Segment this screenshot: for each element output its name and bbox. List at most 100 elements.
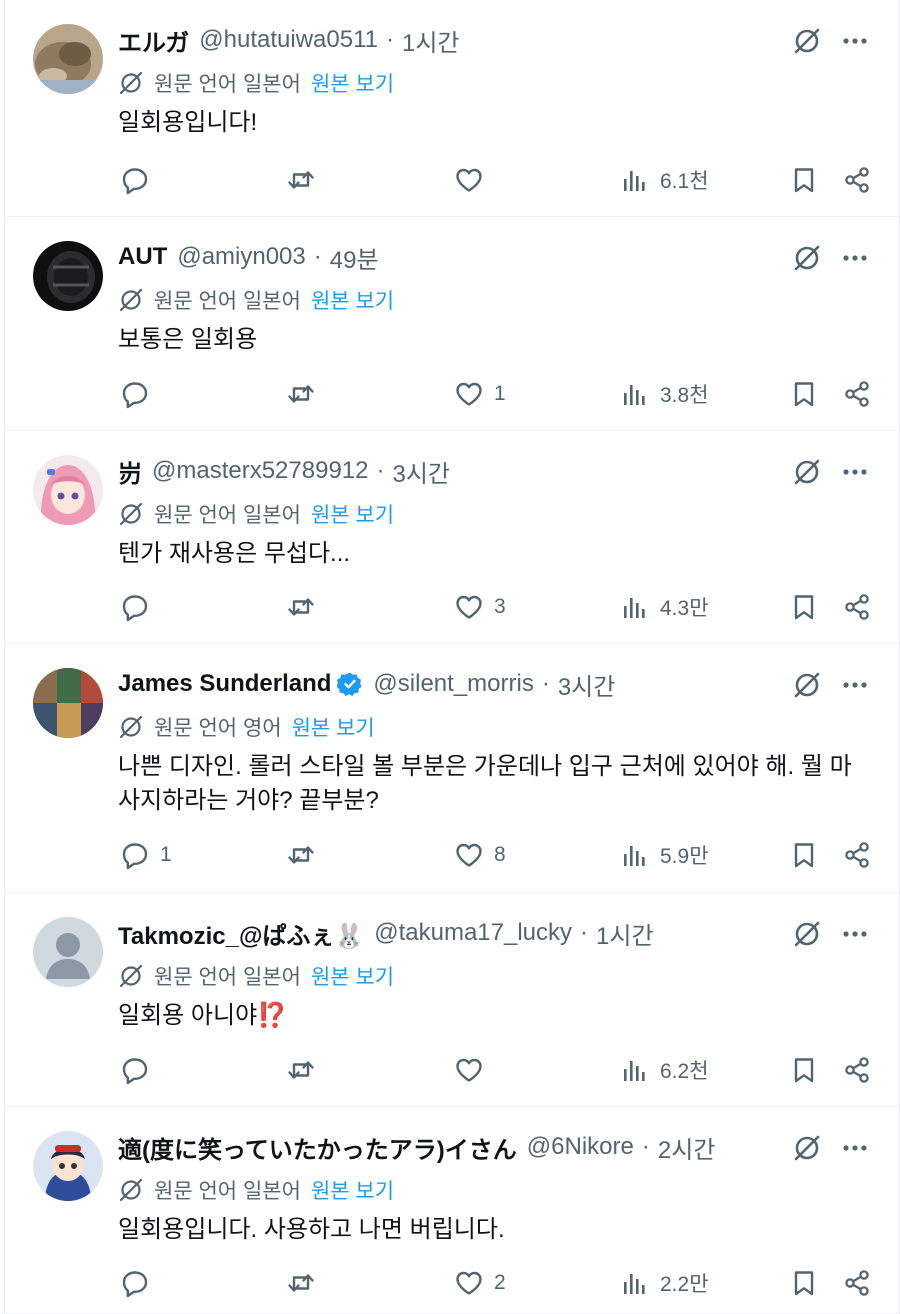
reply-button[interactable]	[120, 1263, 160, 1303]
translate-prefix: 원문 언어	[154, 1180, 238, 1203]
bookmark-button[interactable]	[789, 835, 819, 875]
retweet-button[interactable]	[286, 835, 326, 875]
timestamp[interactable]: 3시간	[393, 454, 451, 489]
retweet-button[interactable]	[286, 1050, 326, 1090]
bookmark-button[interactable]	[789, 160, 819, 200]
timestamp[interactable]: 49분	[330, 240, 379, 275]
display-name[interactable]: 適(度に笑っていたかったアラ)イさん	[118, 1130, 517, 1165]
tweet[interactable]: Takmozic_@ぱふぇ🐰 @takuma17_lucky · 1시간 원문 언어 일…	[4, 893, 898, 1107]
tweet-header: エルガ @hutatuiwa0511 · 1시간	[118, 22, 778, 58]
views-button[interactable]: 4.3만	[620, 587, 709, 627]
like-icon	[454, 165, 484, 195]
user-handle[interactable]: @amiyn003	[177, 243, 305, 271]
retweet-icon	[286, 592, 316, 622]
views-button[interactable]: 3.8천	[620, 374, 709, 414]
share-button[interactable]	[842, 1263, 872, 1303]
display-name[interactable]: James Sunderland	[118, 670, 331, 698]
timestamp[interactable]: 3시간	[558, 667, 616, 702]
share-button[interactable]	[842, 835, 872, 875]
translate-icon	[118, 1177, 144, 1203]
views-button[interactable]: 6.1천	[620, 160, 709, 200]
bookmark-button[interactable]	[789, 587, 819, 627]
tweet[interactable]: James Sunderland @silent_morris · 3시간 원문 언어 …	[4, 644, 898, 893]
reply-button[interactable]	[120, 160, 160, 200]
share-button[interactable]	[842, 374, 872, 414]
reply-icon	[120, 379, 150, 409]
grok-icon[interactable]	[792, 26, 822, 56]
grok-icon[interactable]	[792, 1133, 822, 1163]
avatar[interactable]	[33, 668, 103, 738]
timestamp[interactable]: 1시간	[402, 23, 460, 58]
bookmark-button[interactable]	[789, 374, 819, 414]
views-button[interactable]: 2.2만	[620, 1263, 709, 1303]
more-options-icon[interactable]	[840, 1133, 870, 1163]
translation-notice: 원문 언어 일본어 원본 보기	[118, 1175, 394, 1205]
display-name[interactable]: エルガ	[118, 23, 189, 58]
tweet[interactable]: AUT @amiyn003 · 49분 원문 언어 일본어 원본 보기 보통은 일회용 1 3.…	[4, 217, 898, 431]
view-original-link[interactable]: 원본 보기	[311, 961, 394, 991]
retweet-button[interactable]	[286, 374, 326, 414]
like-button[interactable]	[454, 1050, 494, 1090]
reply-button[interactable]	[120, 1050, 160, 1090]
more-options-icon[interactable]	[840, 26, 870, 56]
tweet[interactable]: 岃 @masterx52789912 · 3시간 원문 언어 일본어 원본 보기 텐가 재사…	[4, 431, 898, 644]
more-options-icon[interactable]	[840, 457, 870, 487]
bookmark-icon	[789, 1268, 819, 1298]
views-button[interactable]: 6.2천	[620, 1050, 709, 1090]
like-button[interactable]: 3	[454, 587, 506, 627]
display-name[interactable]: 岃	[118, 454, 142, 489]
tweet[interactable]: エルガ @hutatuiwa0511 · 1시간 원문 언어 일본어 원본 보기 일회용입니…	[4, 0, 898, 217]
bookmark-button[interactable]	[789, 1050, 819, 1090]
grok-icon[interactable]	[792, 670, 822, 700]
view-original-link[interactable]: 원본 보기	[311, 285, 394, 315]
retweet-button[interactable]	[286, 1263, 326, 1303]
like-button[interactable]: 2	[454, 1263, 506, 1303]
avatar[interactable]	[33, 455, 103, 525]
avatar[interactable]	[33, 241, 103, 311]
view-original-link[interactable]: 원본 보기	[311, 1175, 394, 1205]
reply-button[interactable]: 1	[120, 835, 172, 875]
avatar[interactable]	[33, 917, 103, 987]
grok-icon[interactable]	[792, 243, 822, 273]
bookmark-button[interactable]	[789, 1263, 819, 1303]
more-options-icon[interactable]	[840, 670, 870, 700]
separator-dot: ·	[580, 919, 589, 946]
share-button[interactable]	[842, 587, 872, 627]
timestamp[interactable]: 1시간	[596, 916, 654, 951]
like-button[interactable]	[454, 160, 494, 200]
like-button[interactable]: 8	[454, 835, 506, 875]
display-name[interactable]: AUT	[118, 243, 167, 271]
reply-icon	[120, 592, 150, 622]
user-handle[interactable]: @silent_morris	[373, 670, 533, 698]
views-button[interactable]: 5.9만	[620, 835, 709, 875]
separator-dot: ·	[376, 457, 385, 484]
view-original-link[interactable]: 원본 보기	[292, 712, 375, 742]
avatar[interactable]	[33, 24, 103, 94]
like-button[interactable]: 1	[454, 374, 506, 414]
avatar[interactable]	[33, 1131, 103, 1201]
share-button[interactable]	[842, 160, 872, 200]
retweet-button[interactable]	[286, 160, 326, 200]
retweet-button[interactable]	[286, 587, 326, 627]
reply-icon	[120, 840, 150, 870]
reply-button[interactable]	[120, 587, 160, 627]
display-name[interactable]: Takmozic_@ぱふぇ🐰	[118, 916, 364, 951]
user-handle[interactable]: @hutatuiwa0511	[199, 26, 378, 54]
reply-button[interactable]	[120, 374, 160, 414]
share-button[interactable]	[842, 1050, 872, 1090]
tweet-header: 適(度に笑っていたかったアラ)イさん @6Nikore · 2시간	[118, 1129, 778, 1165]
grok-icon[interactable]	[792, 457, 822, 487]
grok-icon[interactable]	[792, 919, 822, 949]
retweet-icon	[286, 840, 316, 870]
bookmark-icon	[789, 840, 819, 870]
more-options-icon[interactable]	[840, 243, 870, 273]
tweet-header: Takmozic_@ぱふぇ🐰 @takuma17_lucky · 1시간	[118, 915, 778, 951]
user-handle[interactable]: @takuma17_lucky	[374, 919, 572, 947]
view-original-link[interactable]: 원본 보기	[311, 68, 394, 98]
user-handle[interactable]: @6Nikore	[527, 1133, 634, 1161]
view-original-link[interactable]: 원본 보기	[311, 499, 394, 529]
timestamp[interactable]: 2시간	[658, 1130, 716, 1165]
user-handle[interactable]: @masterx52789912	[152, 457, 369, 485]
tweet[interactable]: 適(度に笑っていたかったアラ)イさん @6Nikore · 2시간 원문 언어 일본어 원…	[4, 1107, 898, 1314]
more-options-icon[interactable]	[840, 919, 870, 949]
